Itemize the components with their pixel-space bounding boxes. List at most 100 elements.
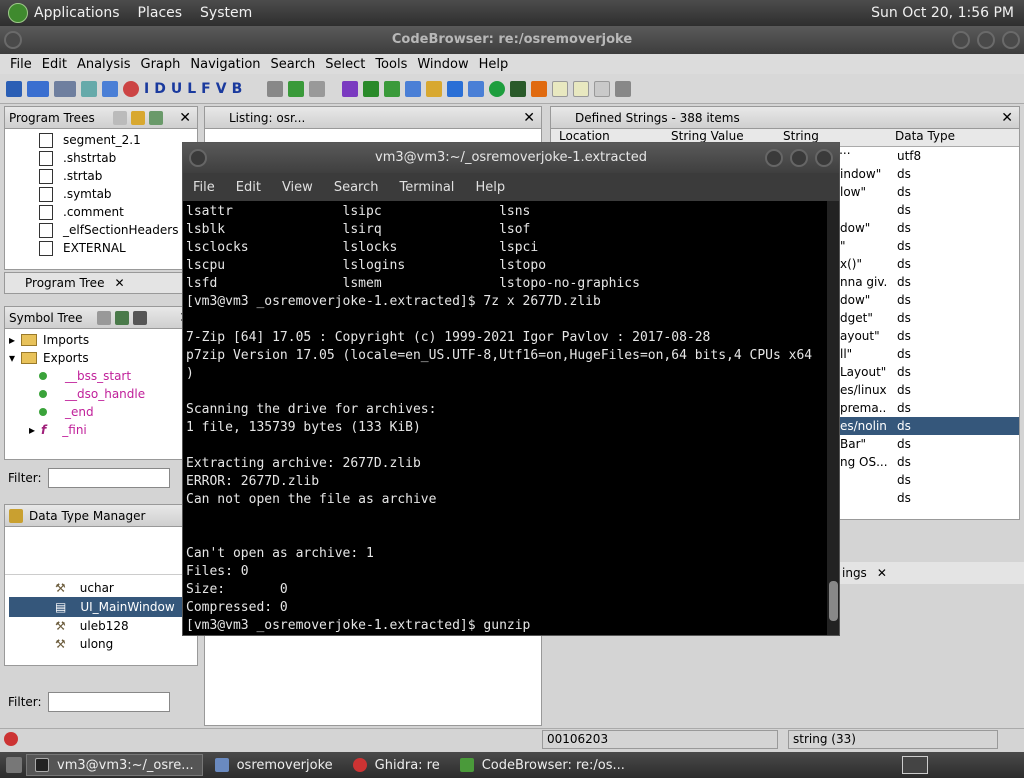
toolbar-letter-d[interactable]: D <box>154 81 166 97</box>
applications-menu[interactable]: Applications <box>34 5 120 21</box>
tree-item[interactable]: .shstrtab <box>39 149 197 167</box>
listing-close-icon[interactable]: ✕ <box>523 110 535 126</box>
system-menu[interactable]: System <box>200 5 252 21</box>
datatype-item[interactable]: ⚒ uchar <box>55 579 197 597</box>
menu-edit[interactable]: Edit <box>42 57 67 72</box>
terminal-menu-search[interactable]: Search <box>334 180 379 195</box>
error-icon[interactable] <box>4 732 18 746</box>
terminal-maximize-icon[interactable] <box>790 149 808 167</box>
terminal-menu-terminal[interactable]: Terminal <box>399 180 454 195</box>
menu-file[interactable]: File <box>10 57 32 72</box>
save-icon[interactable] <box>6 80 22 97</box>
program-tree-tab-close-icon[interactable]: ✕ <box>114 276 124 290</box>
maximize-icon[interactable] <box>977 31 995 49</box>
tree-item[interactable]: _elfSectionHeaders <box>39 221 197 239</box>
gnome-foot-icon[interactable] <box>8 3 28 23</box>
close-icon[interactable] <box>1002 31 1020 49</box>
tree-item[interactable]: EXTERNAL <box>39 239 197 257</box>
window-menu-icon[interactable] <box>4 31 22 49</box>
places-menu[interactable]: Places <box>138 5 183 21</box>
terminal-output[interactable]: lsattr lsipc lsns lsblk lsirq lsof lsclock… <box>183 201 839 635</box>
show-desktop-icon[interactable] <box>6 757 22 773</box>
tree-item[interactable]: __bss_start <box>9 367 197 385</box>
symbol-filter-input[interactable] <box>47 468 170 488</box>
datatype-item-selected[interactable]: ▤ UI_MainWindow <box>9 597 197 617</box>
clock[interactable]: Sun Oct 20, 1:56 PM <box>871 5 1014 21</box>
tree-merge-icon[interactable] <box>148 110 163 125</box>
tree-open-icon[interactable] <box>130 110 145 125</box>
defined-strings-close-icon[interactable]: ✕ <box>1001 110 1013 126</box>
back-arrow-icon[interactable] <box>27 80 49 97</box>
notes2-icon[interactable] <box>573 80 590 97</box>
workspace-switcher[interactable] <box>902 756 928 774</box>
menu-search[interactable]: Search <box>271 57 316 72</box>
check-icon[interactable] <box>342 80 359 97</box>
refresh-icon[interactable] <box>81 80 97 97</box>
toolbar-letter-f[interactable]: F <box>201 81 211 97</box>
tree-item-imports[interactable]: ▸ Imports <box>9 331 197 349</box>
toolbar-letter-i[interactable]: I <box>144 81 149 97</box>
menu-tools[interactable]: Tools <box>375 57 407 72</box>
program-tree-tab[interactable]: Program Tree ✕ <box>4 272 198 294</box>
taskbar-item-codebrowser[interactable]: CodeBrowser: re:/os... <box>452 754 633 776</box>
undo-icon[interactable] <box>288 80 305 97</box>
terminal-menu-edit[interactable]: Edit <box>236 180 261 195</box>
taskbar-item-ghidra[interactable]: Ghidra: re <box>345 754 448 776</box>
script-icon[interactable] <box>615 80 632 97</box>
menu-analysis[interactable]: Analysis <box>77 57 131 72</box>
tree-item[interactable]: .symtab <box>39 185 197 203</box>
col-data-type[interactable]: Data Type <box>887 129 955 146</box>
symbol2-icon[interactable] <box>114 310 129 325</box>
toolbar-letter-l[interactable]: L <box>187 81 196 97</box>
terminal-menu-view[interactable]: View <box>282 180 313 195</box>
tree-item-exports[interactable]: ▾ Exports <box>9 349 197 367</box>
terminal-menu-file[interactable]: File <box>193 180 215 195</box>
folder-icon[interactable] <box>426 80 443 97</box>
tree-item[interactable]: .strtab <box>39 167 197 185</box>
memory-icon[interactable] <box>405 80 422 97</box>
datatype-item[interactable]: ⚒ ulong <box>55 635 197 653</box>
tree-item[interactable]: .comment <box>39 203 197 221</box>
toolbar-letter-u[interactable]: U <box>171 81 182 97</box>
terminal-window-menu-icon[interactable] <box>189 149 207 167</box>
diamond-icon[interactable] <box>531 80 548 97</box>
toolbar-letter-v[interactable]: V <box>216 81 227 97</box>
terminal-scrollbar[interactable] <box>827 201 839 635</box>
terminal-window[interactable]: vm3@vm3:~/_osremoverjoke-1.extracted Fil… <box>182 142 840 636</box>
datatype-item[interactable]: ⚒ uleb128 <box>55 617 197 635</box>
run-icon[interactable] <box>489 80 506 97</box>
menu-window[interactable]: Window <box>417 57 468 72</box>
graph-icon[interactable] <box>468 80 485 97</box>
taskbar-item-terminal[interactable]: vm3@vm3:~/_osre... <box>26 754 203 776</box>
function-icon[interactable] <box>447 80 464 97</box>
notes-icon[interactable] <box>552 80 569 97</box>
terminal-scroll-thumb[interactable] <box>829 581 838 621</box>
menu-graph[interactable]: Graph <box>141 57 181 72</box>
menu-navigation[interactable]: Navigation <box>190 57 260 72</box>
dtm-filter-input[interactable] <box>47 692 170 712</box>
terminal-menu-help[interactable]: Help <box>475 180 505 195</box>
down-arrow-icon[interactable] <box>102 80 118 97</box>
symbol-icon[interactable] <box>96 310 111 325</box>
tree-item[interactable]: ▸ f _fini <box>9 421 197 439</box>
minimize-icon[interactable] <box>952 31 970 49</box>
program-trees-close-icon[interactable]: ✕ <box>179 110 191 126</box>
menu-select[interactable]: Select <box>325 57 365 72</box>
tree-item[interactable]: segment_2.1 <box>39 131 197 149</box>
refresh-green-icon[interactable] <box>384 80 401 97</box>
tree-item[interactable]: __dso_handle <box>9 385 197 403</box>
page-icon[interactable] <box>594 80 611 97</box>
terminal-minimize-icon[interactable] <box>765 149 783 167</box>
tree-item[interactable]: _end <box>9 403 197 421</box>
terminal-icon[interactable] <box>510 80 527 97</box>
symbol3-icon[interactable] <box>132 310 147 325</box>
tree-new-icon[interactable] <box>112 110 127 125</box>
bytes-icon[interactable] <box>363 80 380 97</box>
taskbar-item-folder[interactable]: osremoverjoke <box>207 754 341 776</box>
terminal-close-icon[interactable] <box>815 149 833 167</box>
menu-help[interactable]: Help <box>479 57 509 72</box>
forward-arrow-icon[interactable] <box>54 80 76 97</box>
toolbar-letter-b[interactable]: B <box>232 81 243 97</box>
tools-icon[interactable] <box>267 80 284 97</box>
redo-icon[interactable] <box>309 80 326 97</box>
